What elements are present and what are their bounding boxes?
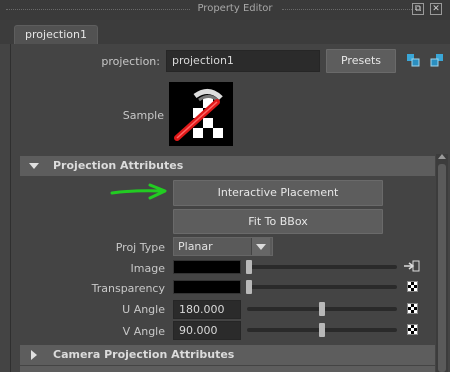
- image-slider-handle[interactable]: [246, 260, 252, 274]
- show-input-icon[interactable]: [406, 53, 420, 67]
- collapse-triangle-icon: [29, 163, 39, 169]
- v-angle-label: V Angle: [122, 325, 165, 338]
- transparency-slider-handle[interactable]: [246, 280, 252, 294]
- checker-map-icon[interactable]: [407, 324, 418, 335]
- title-grip-right[interactable]: [282, 9, 412, 10]
- scroll-up-icon[interactable]: [438, 154, 446, 159]
- proj-type-dropdown[interactable]: Planar: [173, 237, 273, 256]
- title-bar: Property Editor ⧉ ✕: [0, 0, 450, 21]
- float-window-icon[interactable]: ⧉: [412, 3, 424, 15]
- camera-projection-attributes-title: Camera Projection Attributes: [53, 348, 235, 361]
- projection-attributes-header[interactable]: Projection Attributes: [20, 156, 435, 176]
- scroll-thumb[interactable]: [438, 164, 446, 372]
- title-grip-left[interactable]: [6, 9, 190, 10]
- transparency-label: Transparency: [91, 282, 165, 295]
- input-connection-icon[interactable]: [404, 260, 420, 273]
- window-title: Property Editor: [197, 3, 273, 14]
- expand-triangle-icon: [31, 350, 37, 360]
- checker-map-icon[interactable]: [407, 303, 418, 314]
- transparency-slider-track[interactable]: [247, 285, 397, 289]
- u-angle-field[interactable]: 180.000: [173, 300, 241, 319]
- dropdown-arrow-icon: [251, 238, 270, 255]
- u-angle-slider-handle[interactable]: [319, 302, 325, 316]
- show-output-icon[interactable]: [430, 53, 444, 67]
- close-icon[interactable]: ✕: [430, 3, 442, 15]
- green-arrow-annotation: [110, 183, 172, 201]
- projection-checker-icon: [169, 82, 233, 146]
- tab-strip: projection1: [0, 20, 450, 45]
- fit-to-bbox-button[interactable]: Fit To BBox: [173, 209, 383, 234]
- camera-projection-attributes-header[interactable]: Camera Projection Attributes: [20, 345, 435, 365]
- presets-button[interactable]: Presets: [326, 49, 396, 73]
- interactive-placement-button[interactable]: Interactive Placement: [173, 180, 383, 206]
- image-color-swatch[interactable]: [173, 260, 241, 274]
- vertical-scrollbar[interactable]: [436, 154, 448, 372]
- projection-attributes-title: Projection Attributes: [53, 159, 184, 172]
- next-section-header[interactable]: [20, 366, 435, 372]
- image-label: Image: [130, 262, 165, 275]
- checker-map-icon[interactable]: [407, 281, 418, 292]
- proj-type-value: Planar: [178, 240, 213, 253]
- projection-label: projection:: [101, 55, 160, 68]
- v-angle-slider-handle[interactable]: [319, 323, 325, 337]
- projection-name-field[interactable]: projection1: [166, 50, 320, 72]
- transparency-color-swatch[interactable]: [173, 280, 241, 294]
- proj-type-label: Proj Type: [115, 241, 165, 254]
- image-slider-track[interactable]: [247, 265, 397, 269]
- u-angle-label: U Angle: [122, 303, 165, 316]
- tab-projection1[interactable]: projection1: [14, 25, 98, 45]
- sample-label: Sample: [122, 109, 164, 122]
- v-angle-field[interactable]: 90.000: [173, 321, 241, 340]
